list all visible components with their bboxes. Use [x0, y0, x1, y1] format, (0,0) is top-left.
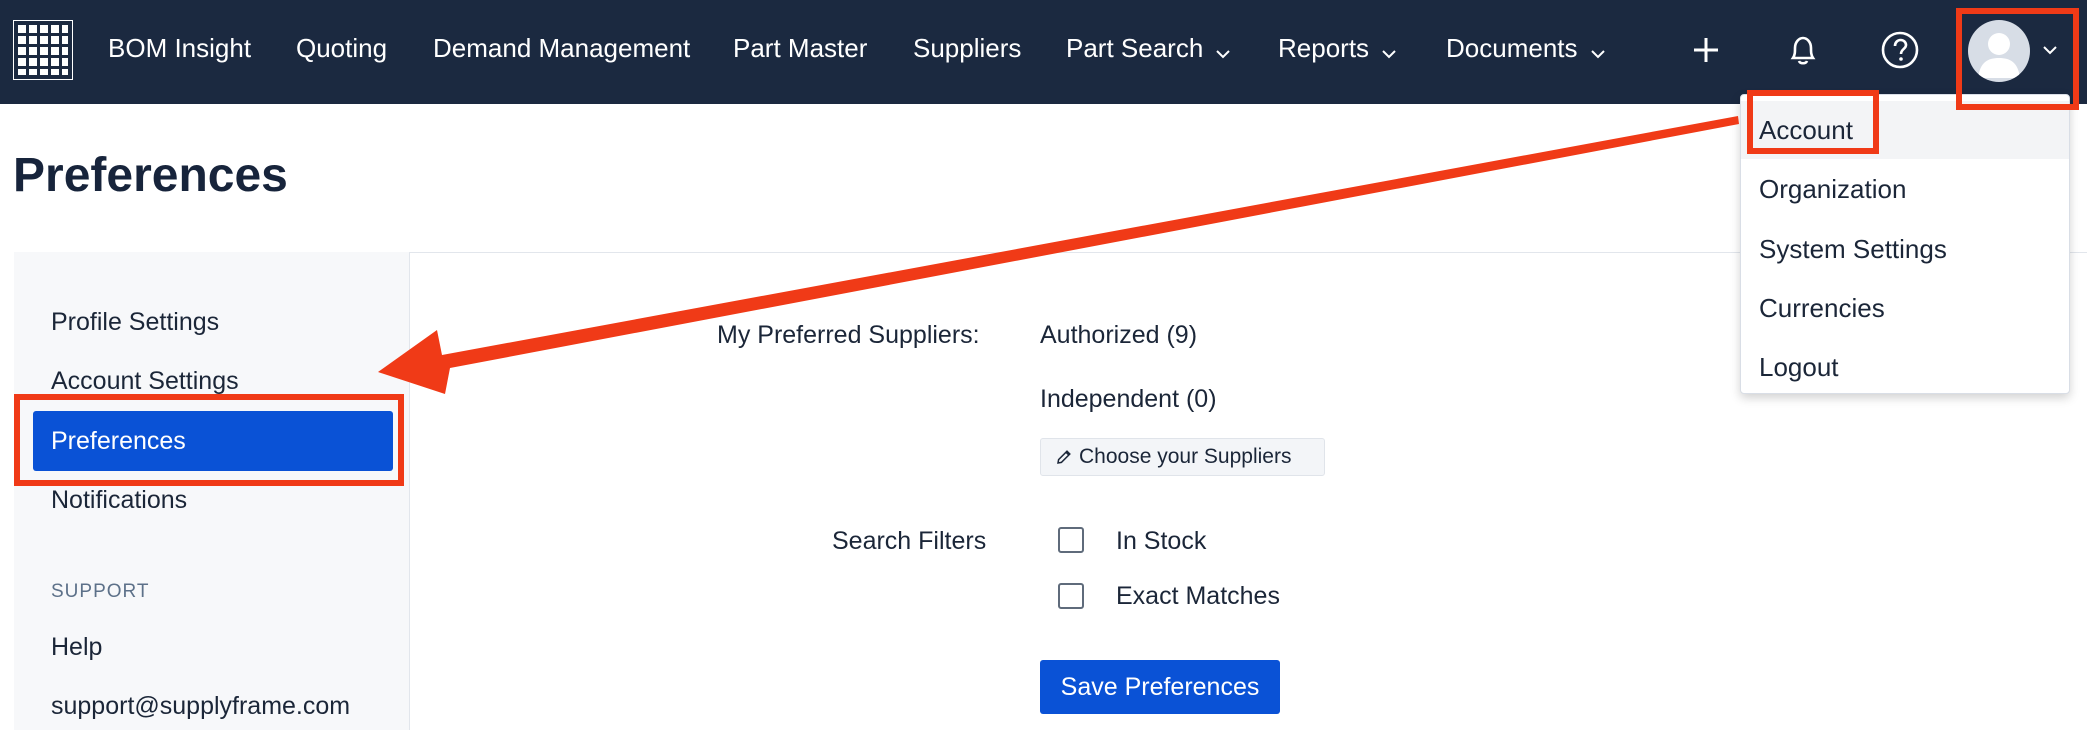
nav-demand-management[interactable]: Demand Management	[433, 0, 690, 104]
nav-reports[interactable]: Reports	[1278, 0, 1397, 104]
nav-suppliers[interactable]: Suppliers	[913, 0, 1021, 104]
highlight-box-preferences	[14, 394, 404, 486]
chevron-down-icon	[1215, 2, 1231, 98]
help-icon[interactable]	[1876, 26, 1924, 74]
authorized-suppliers: Authorized (9)	[1040, 321, 1198, 349]
independent-suppliers: Independent (0)	[1040, 385, 1217, 413]
nav-label: Part Search	[1066, 33, 1204, 63]
support-email-link[interactable]: support@supplyframe.com	[51, 692, 350, 721]
in-stock-checkbox[interactable]	[1058, 527, 1084, 553]
nav-part-master[interactable]: Part Master	[733, 0, 867, 104]
nav-label: Reports	[1278, 33, 1370, 63]
highlight-box-account	[1747, 90, 1879, 154]
menu-item-currencies[interactable]: Currencies	[1741, 279, 2069, 337]
chevron-down-icon	[1381, 2, 1397, 98]
menu-item-organization[interactable]: Organization	[1741, 160, 2069, 218]
nav-label: BOM Insight	[108, 33, 252, 63]
nav-label: Documents	[1446, 33, 1578, 63]
highlight-box-avatar	[1956, 8, 2079, 110]
choose-suppliers-button[interactable]: Choose your Suppliers	[1040, 438, 1325, 476]
page-title: Preferences	[13, 149, 288, 202]
sidebar-item-notifications[interactable]: Notifications	[51, 486, 187, 515]
support-heading: SUPPORT	[51, 581, 150, 602]
chevron-down-icon	[1590, 2, 1606, 98]
menu-item-system-settings[interactable]: System Settings	[1741, 220, 2069, 278]
nav-label: Suppliers	[913, 33, 1022, 63]
sidebar-item-help[interactable]: Help	[51, 633, 102, 662]
grid-logo-icon[interactable]	[12, 19, 74, 81]
plus-icon[interactable]	[1682, 26, 1730, 74]
in-stock-label: In Stock	[1116, 527, 1207, 555]
top-navbar: BOM Insight Quoting Demand Management Pa…	[0, 0, 2087, 104]
bell-icon[interactable]	[1779, 26, 1827, 74]
menu-item-logout[interactable]: Logout	[1741, 338, 2069, 396]
nav-label: Part Master	[733, 33, 868, 63]
nav-bom-insight[interactable]: BOM Insight	[108, 0, 251, 104]
exact-matches-checkbox[interactable]	[1058, 583, 1084, 609]
sidebar-item-profile-settings[interactable]: Profile Settings	[51, 308, 219, 337]
preferred-suppliers-label: My Preferred Suppliers:	[717, 321, 980, 349]
save-preferences-button[interactable]: Save Preferences	[1040, 660, 1280, 714]
search-filters-label: Search Filters	[832, 527, 987, 555]
pencil-icon	[1057, 450, 1071, 464]
sidebar-item-account-settings[interactable]: Account Settings	[51, 367, 239, 396]
nav-documents[interactable]: Documents	[1446, 0, 1606, 104]
choose-suppliers-label: Choose your Suppliers	[1079, 445, 1292, 468]
nav-label: Demand Management	[433, 33, 691, 63]
nav-quoting[interactable]: Quoting	[296, 0, 387, 104]
nav-part-search[interactable]: Part Search	[1066, 0, 1231, 104]
exact-matches-label: Exact Matches	[1116, 582, 1280, 610]
nav-label: Quoting	[296, 33, 388, 63]
